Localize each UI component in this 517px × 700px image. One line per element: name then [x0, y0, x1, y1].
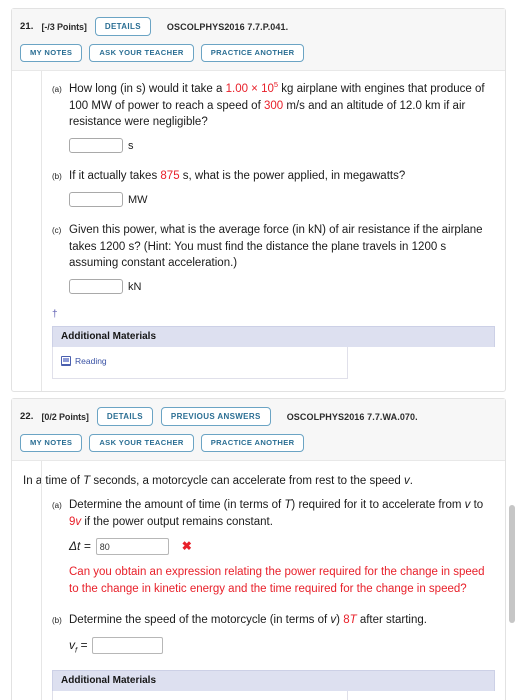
previous-answers-button-22[interactable]: PREVIOUS ANSWERS [160, 407, 271, 426]
part-label-b-21: (b) [52, 172, 62, 181]
question-header-row-actions-21: MY NOTES ASK YOUR TEACHER PRACTICE ANOTH… [20, 43, 497, 62]
question-header-21: 21. [-/3 Points] DETAILS OSCOLPHYS2016 7… [12, 9, 505, 71]
answer-label-delta-t-22: Δt = [69, 539, 91, 554]
additional-materials-body-22: Reading [52, 690, 348, 700]
question-lead-22: In a time of T seconds, a motorcycle can… [23, 473, 495, 489]
part-text-b-22: Determine the speed of the motorcycle (i… [69, 612, 495, 654]
question-code-22: OSCOLPHYS2016 7.7.WA.070. [286, 411, 418, 422]
part-text-a-22: Determine the amount of time (in terms o… [69, 497, 495, 597]
additional-materials-list-22: Reading [53, 691, 347, 700]
question-points-22: [0/2 Points] [41, 411, 89, 422]
part-a22-text-pre: Determine the amount of time (in terms o… [69, 499, 285, 511]
part-label-a-22: (a) [52, 501, 62, 510]
lead-text-mid-22: seconds, a motorcycle can accelerate fro… [90, 475, 404, 487]
question-body-21: (a) How long (in s) would it take a 1.00… [12, 71, 505, 391]
feedback-text-a-22: Can you obtain an expression relating th… [69, 566, 485, 595]
answer-unit-c-21: kN [128, 280, 142, 293]
answer-unit-a-21: s [128, 139, 134, 152]
question-header-row-primary-21: 21. [-/3 Points] DETAILS OSCOLPHYS2016 7… [20, 16, 497, 37]
answer-row-a-21: s [69, 138, 495, 155]
page-scrollbar-track[interactable] [507, 0, 517, 700]
additional-materials-21: Additional Materials Reading [52, 326, 495, 379]
question-content-22: In a time of T seconds, a motorcycle can… [23, 473, 495, 700]
question-part-a-22: (a) Determine the amount of time (in ter… [52, 497, 495, 597]
part-a22-text-mid2: to [470, 499, 484, 511]
part-a-highlight-speed: 300 [263, 99, 284, 112]
part-label-c-21: (c) [52, 226, 62, 235]
part-a22-text-mid: ) required for it to accelerate from [291, 499, 465, 511]
incorrect-x-icon-22: ✖ [181, 539, 192, 554]
reading-link-label-21: Reading [75, 355, 107, 366]
details-button-21[interactable]: DETAILS [94, 17, 151, 36]
question-number-21: 21. [20, 21, 34, 32]
my-notes-button-21[interactable]: MY NOTES [20, 43, 83, 62]
practice-another-button-22[interactable]: PRACTICE ANOTHER [200, 433, 305, 452]
answer-row-c-21: kN [69, 279, 495, 296]
question-number-22: 22. [20, 411, 34, 422]
part-b-highlight-time: 875 [160, 170, 180, 182]
question-part-c-21: (c) Given this power, what is the averag… [52, 222, 495, 295]
answer-input-c-21[interactable] [69, 279, 123, 295]
part-text-b-21: If it actually takes 875 s, what is the … [69, 168, 495, 208]
question-code-21: OSCOLPHYS2016 7.7.P.041. [166, 21, 289, 32]
part-a-highlight-mass: 1.00 × 10 [225, 83, 274, 95]
question-body-22: In a time of T seconds, a motorcycle can… [12, 461, 505, 700]
question-part-b-21: (b) If it actually takes 875 s, what is … [52, 168, 495, 208]
practice-another-button-21[interactable]: PRACTICE ANOTHER [200, 43, 305, 62]
answer-unit-b-21: MW [128, 193, 148, 206]
lead-text-pre-22: In a time of [23, 475, 84, 487]
answer-input-b-21[interactable] [69, 192, 123, 208]
additional-materials-title-22: Additional Materials [52, 669, 495, 691]
answer-row-a-22: Δt = ✖ [69, 538, 495, 555]
question-content-21: (a) How long (in s) would it take a 1.00… [52, 81, 495, 379]
part-b-text-post: s, what is the power applied, in megawat… [179, 170, 406, 182]
page-scrollbar-thumb[interactable] [509, 505, 515, 623]
lead-text-post-22: . [409, 475, 413, 487]
answer-row-b-21: MW [69, 192, 495, 209]
question-part-b-22: (b) Determine the speed of the motorcycl… [52, 612, 495, 654]
question-card-21: 21. [-/3 Points] DETAILS OSCOLPHYS2016 7… [11, 8, 506, 392]
page-root: 21. [-/3 Points] DETAILS OSCOLPHYS2016 7… [0, 0, 517, 700]
part-a-text-pre: How long (in s) would it take a [69, 83, 226, 95]
dagger-marker-21: † [52, 309, 58, 320]
ask-your-teacher-button-22[interactable]: ASK YOUR TEACHER [89, 433, 194, 452]
part-a22-text-post: if the power output remains constant. [81, 515, 273, 528]
question-parts-22: (a) Determine the amount of time (in ter… [52, 497, 495, 654]
answer-label-vf-22: vf = [69, 637, 87, 654]
question-points-21: [-/3 Points] [41, 21, 87, 32]
additional-materials-body-21: Reading [52, 347, 348, 379]
part-c-text: Given this power, what is the average fo… [69, 224, 483, 269]
answer-row-b-22: vf = [69, 636, 495, 654]
reading-link-21[interactable]: Reading [61, 356, 107, 366]
part-b22-var-T: T [349, 614, 357, 626]
question-header-22: 22. [0/2 Points] DETAILS PREVIOUS ANSWER… [12, 399, 505, 461]
question-header-row-actions-22: MY NOTES ASK YOUR TEACHER PRACTICE ANOTH… [20, 433, 497, 452]
part-b22-text-post: after starting. [356, 614, 427, 626]
part-text-a-21: How long (in s) would it take a 1.00 × 1… [69, 81, 495, 154]
question-part-a-21: (a) How long (in s) would it take a 1.00… [52, 81, 495, 154]
additional-materials-22: Additional Materials Reading [52, 669, 495, 700]
ask-your-teacher-button-21[interactable]: ASK YOUR TEACHER [89, 43, 194, 62]
additional-materials-list-21: Reading [53, 347, 347, 378]
my-notes-button-22[interactable]: MY NOTES [20, 433, 83, 452]
part-label-a-21: (a) [52, 85, 62, 94]
part-b-text-pre: If it actually takes [69, 170, 161, 182]
question-header-row-primary-22: 22. [0/2 Points] DETAILS PREVIOUS ANSWER… [20, 406, 497, 427]
additional-materials-title-21: Additional Materials [52, 326, 495, 347]
part-b22-text-pre: Determine the speed of the motorcycle (i… [69, 614, 331, 626]
answer-input-a-22[interactable] [95, 538, 169, 555]
part-text-c-21: Given this power, what is the average fo… [69, 222, 495, 295]
question-card-22: 22. [0/2 Points] DETAILS PREVIOUS ANSWER… [11, 398, 506, 700]
answer-input-a-21[interactable] [69, 138, 123, 154]
answer-input-b-22[interactable] [92, 636, 164, 654]
reading-book-icon-21 [61, 356, 71, 366]
vf-eq: = [77, 637, 88, 652]
part-label-b-22: (b) [52, 616, 62, 625]
details-button-22[interactable]: DETAILS [96, 407, 153, 426]
